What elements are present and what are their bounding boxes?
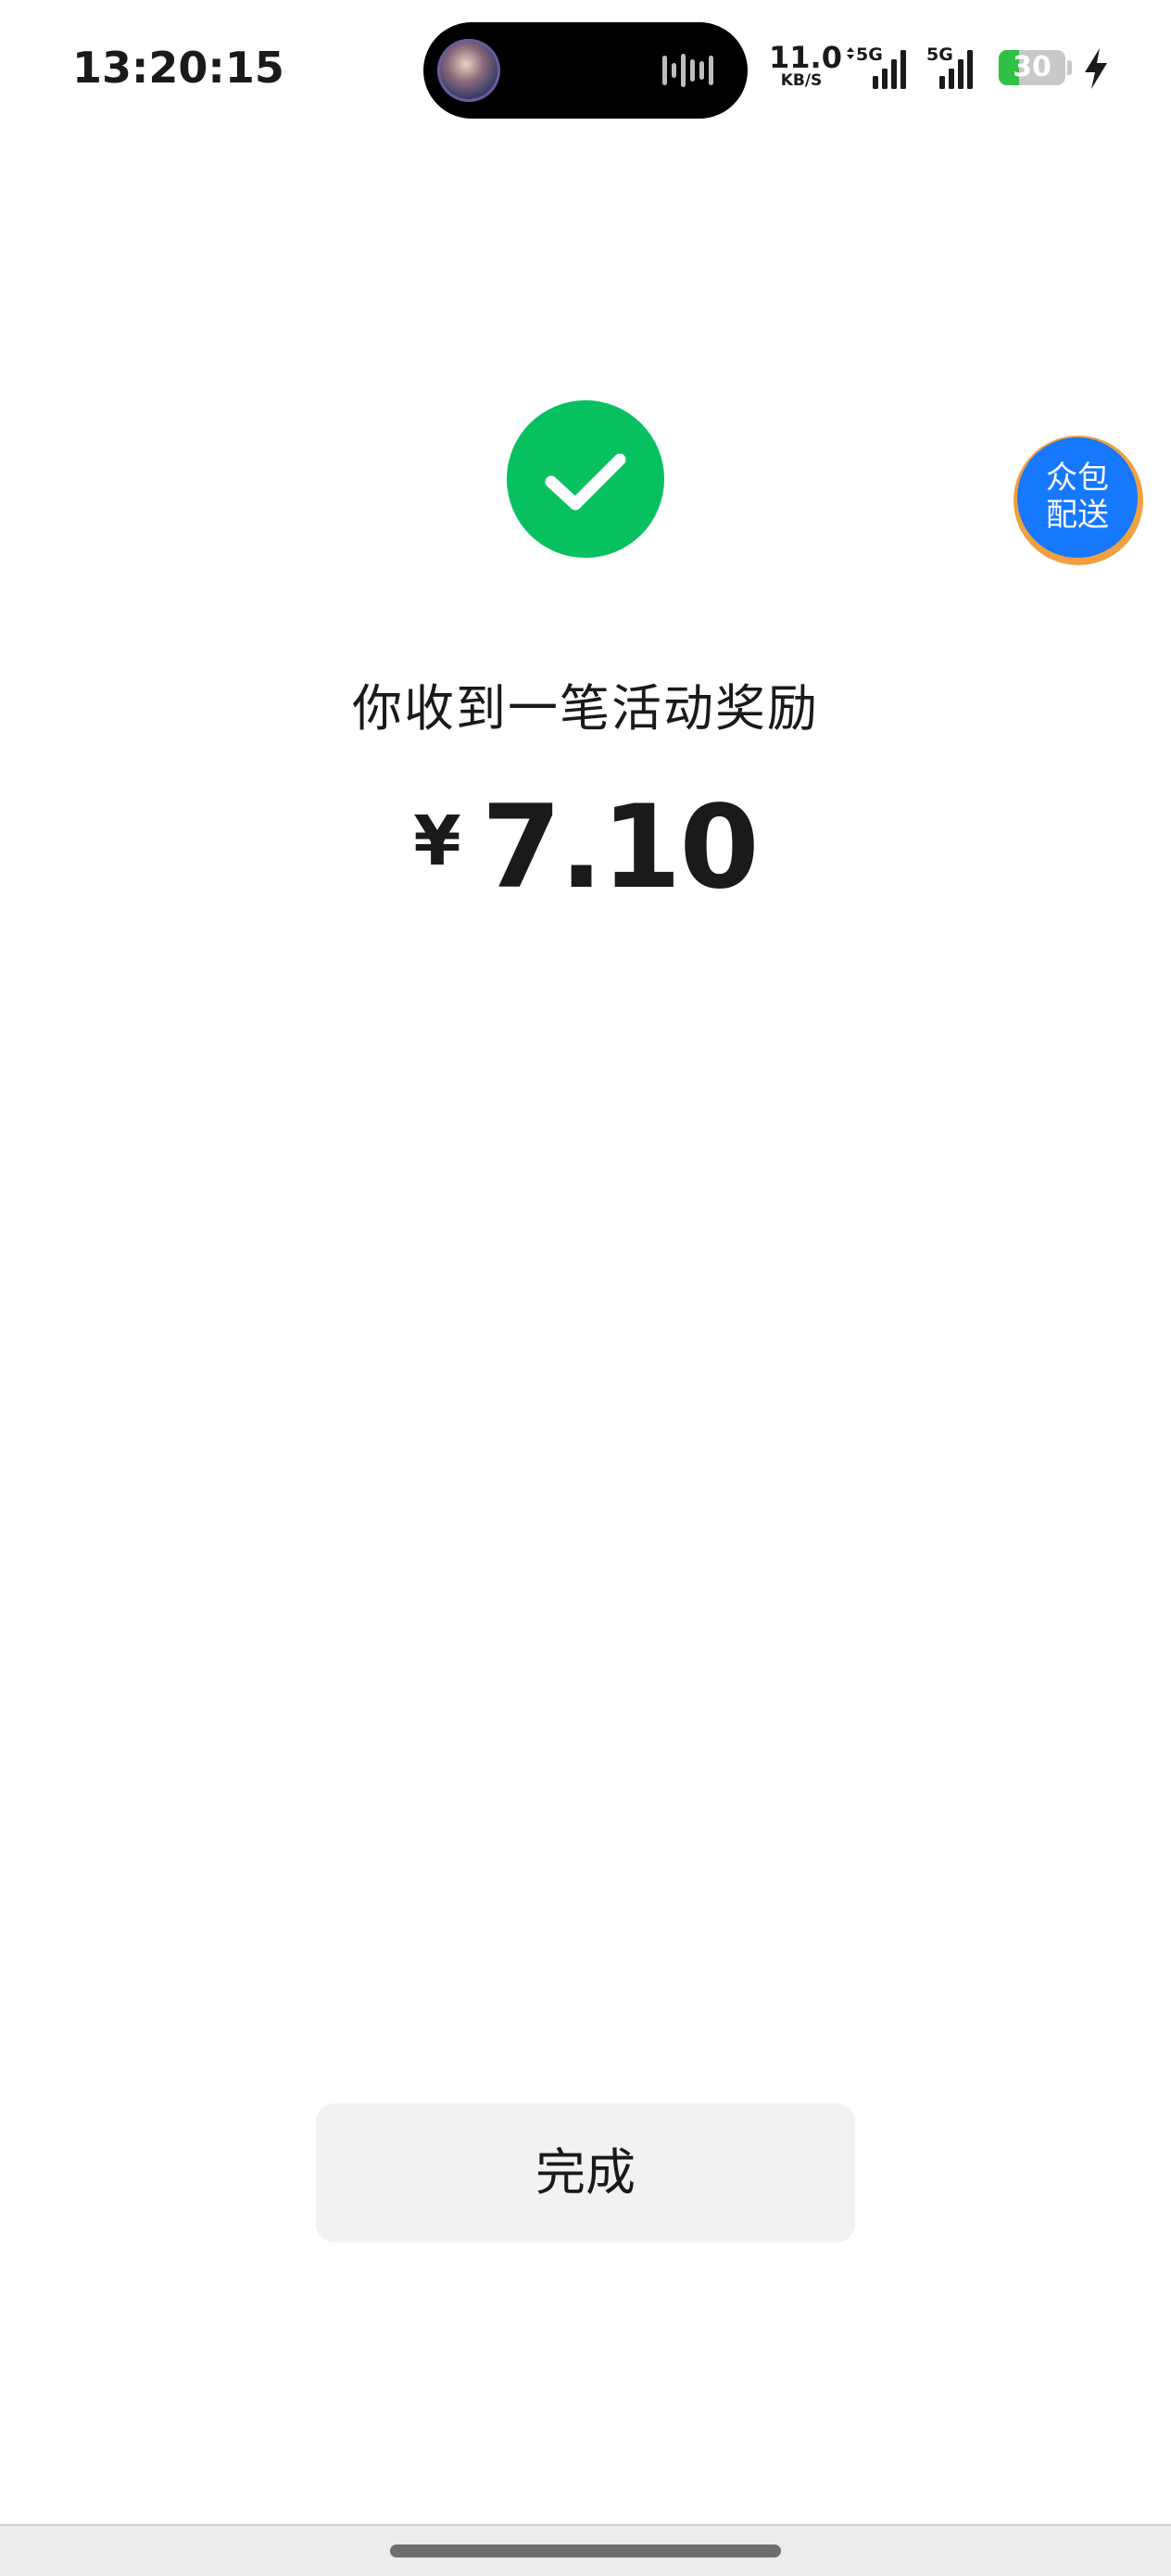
battery-cap (1067, 60, 1072, 75)
status-bar: 13:20:15 11.0 KB/S 5G 5G 30 (0, 0, 1171, 139)
reward-message: 你收到一笔活动奖励 (352, 679, 819, 738)
dynamic-island[interactable] (423, 22, 748, 119)
charging-icon (1085, 48, 1107, 89)
crowdsource-delivery-float-button[interactable]: 众包 配送 (1014, 436, 1143, 565)
done-button[interactable]: 完成 (316, 2103, 855, 2242)
currency-symbol: ¥ (413, 802, 461, 881)
network-speed-value: 11.0 (769, 40, 842, 75)
home-indicator[interactable] (390, 2544, 781, 2557)
checkmark-icon (507, 400, 664, 558)
signal-icon: 5G (845, 44, 910, 91)
signal-2-label: 5G (926, 44, 953, 65)
signal-icon: 5G (926, 44, 991, 91)
audio-wave-icon (662, 54, 713, 87)
reward-amount: ¥7.10 (0, 783, 1171, 913)
signal-1-label: 5G (856, 44, 883, 65)
amount-value: 7.10 (481, 781, 760, 915)
crowdsource-delivery-badge: 众包 配送 (1017, 437, 1138, 558)
battery-level: 30 (1013, 51, 1051, 83)
badge-line-2: 配送 (1046, 497, 1109, 534)
badge-line-1: 众包 (1046, 460, 1109, 497)
status-time: 13:20:15 (72, 43, 284, 93)
reward-received-screen: 13:20:15 11.0 KB/S 5G 5G 30 你收到一笔活动奖励 ¥ … (0, 0, 1171, 2576)
media-avatar-icon[interactable] (437, 39, 500, 102)
gesture-bar (0, 2524, 1171, 2576)
network-speed: 11.0 KB/S (769, 40, 842, 89)
